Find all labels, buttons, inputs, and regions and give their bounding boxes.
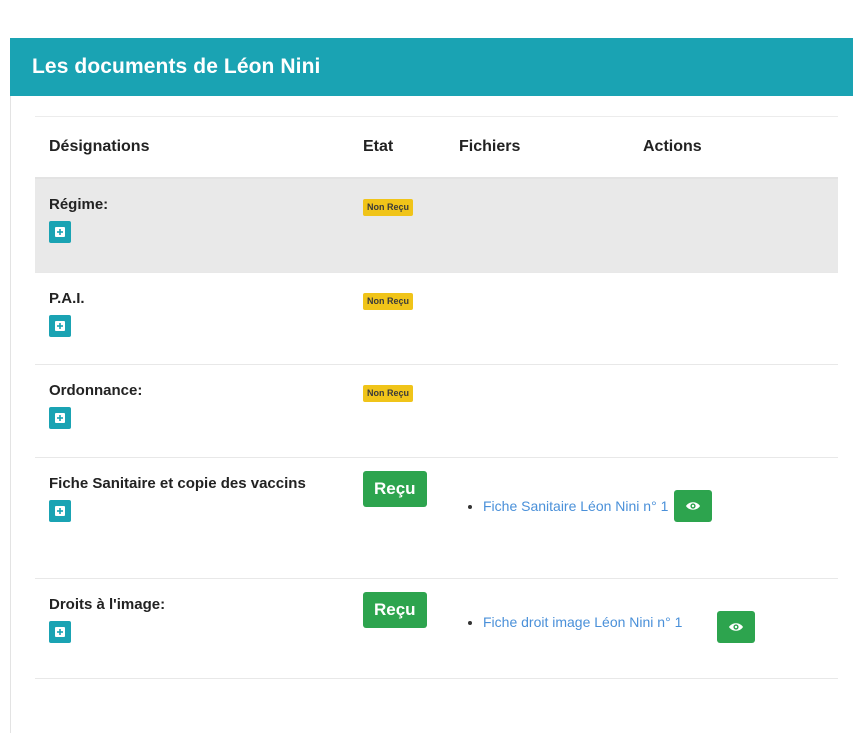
- document-name: Fiche Sanitaire et copie des vaccins: [49, 474, 306, 492]
- card-header: Les documents de Léon Nini: [10, 38, 853, 96]
- plus-square-icon: [55, 412, 65, 423]
- add-file-button[interactable]: [49, 314, 71, 337]
- add-file-button[interactable]: [49, 499, 71, 522]
- table-row: Fiche Sanitaire et copie des vaccins Reç…: [35, 457, 838, 579]
- eye-icon: [729, 622, 743, 631]
- document-name: Ordonnance:: [49, 381, 143, 399]
- list-item: Fiche droit image Léon Nini n° 1: [483, 611, 703, 633]
- panel-left-border: [10, 96, 11, 733]
- view-file-button[interactable]: [717, 610, 755, 643]
- documents-table: Désignations Etat Fichiers Actions Régim…: [35, 116, 838, 679]
- card-title: Les documents de Léon Nini: [32, 55, 321, 78]
- document-name: P.A.I.: [49, 289, 85, 307]
- document-name: Régime:: [49, 196, 109, 213]
- table-row: Ordonnance: Non Reçu: [35, 364, 838, 458]
- view-file-button[interactable]: [674, 489, 713, 522]
- file-list: Fiche droit image Léon Nini n° 1: [445, 611, 703, 633]
- table-row: P.A.I. Non Reçu: [35, 272, 838, 365]
- file-link[interactable]: Fiche Sanitaire Léon Nini n° 1: [483, 498, 668, 514]
- header-etat: Etat: [349, 116, 445, 179]
- status-badge: Reçu: [363, 591, 427, 628]
- document-name: Droits à l'image:: [49, 595, 166, 613]
- plus-square-icon: [55, 320, 65, 331]
- plus-square-icon: [55, 505, 65, 516]
- status-badge: Non Reçu: [363, 384, 414, 402]
- add-file-button[interactable]: [49, 620, 71, 643]
- table-row: Régime: Non Reçu: [35, 178, 838, 273]
- header-designations: Désignations: [35, 116, 349, 179]
- plus-square-icon: [55, 227, 65, 237]
- add-file-button[interactable]: [49, 406, 71, 429]
- eye-icon: [686, 501, 701, 510]
- plus-square-icon: [55, 626, 65, 637]
- table-row: Droits à l'image: Reçu Fiche droit image…: [35, 578, 838, 679]
- header-fichiers: Fichiers: [445, 116, 585, 179]
- file-link[interactable]: Fiche droit image Léon Nini n° 1: [483, 614, 682, 630]
- status-badge: Reçu: [363, 470, 427, 507]
- list-item: Fiche Sanitaire Léon Nini n° 1: [483, 495, 668, 517]
- file-list: Fiche Sanitaire Léon Nini n° 1: [445, 495, 668, 517]
- add-file-button[interactable]: [49, 221, 71, 243]
- status-badge: Non Reçu: [363, 199, 414, 216]
- status-badge: Non Reçu: [363, 292, 414, 310]
- table-header-row: Désignations Etat Fichiers Actions: [35, 116, 838, 179]
- header-actions: Actions: [585, 116, 838, 179]
